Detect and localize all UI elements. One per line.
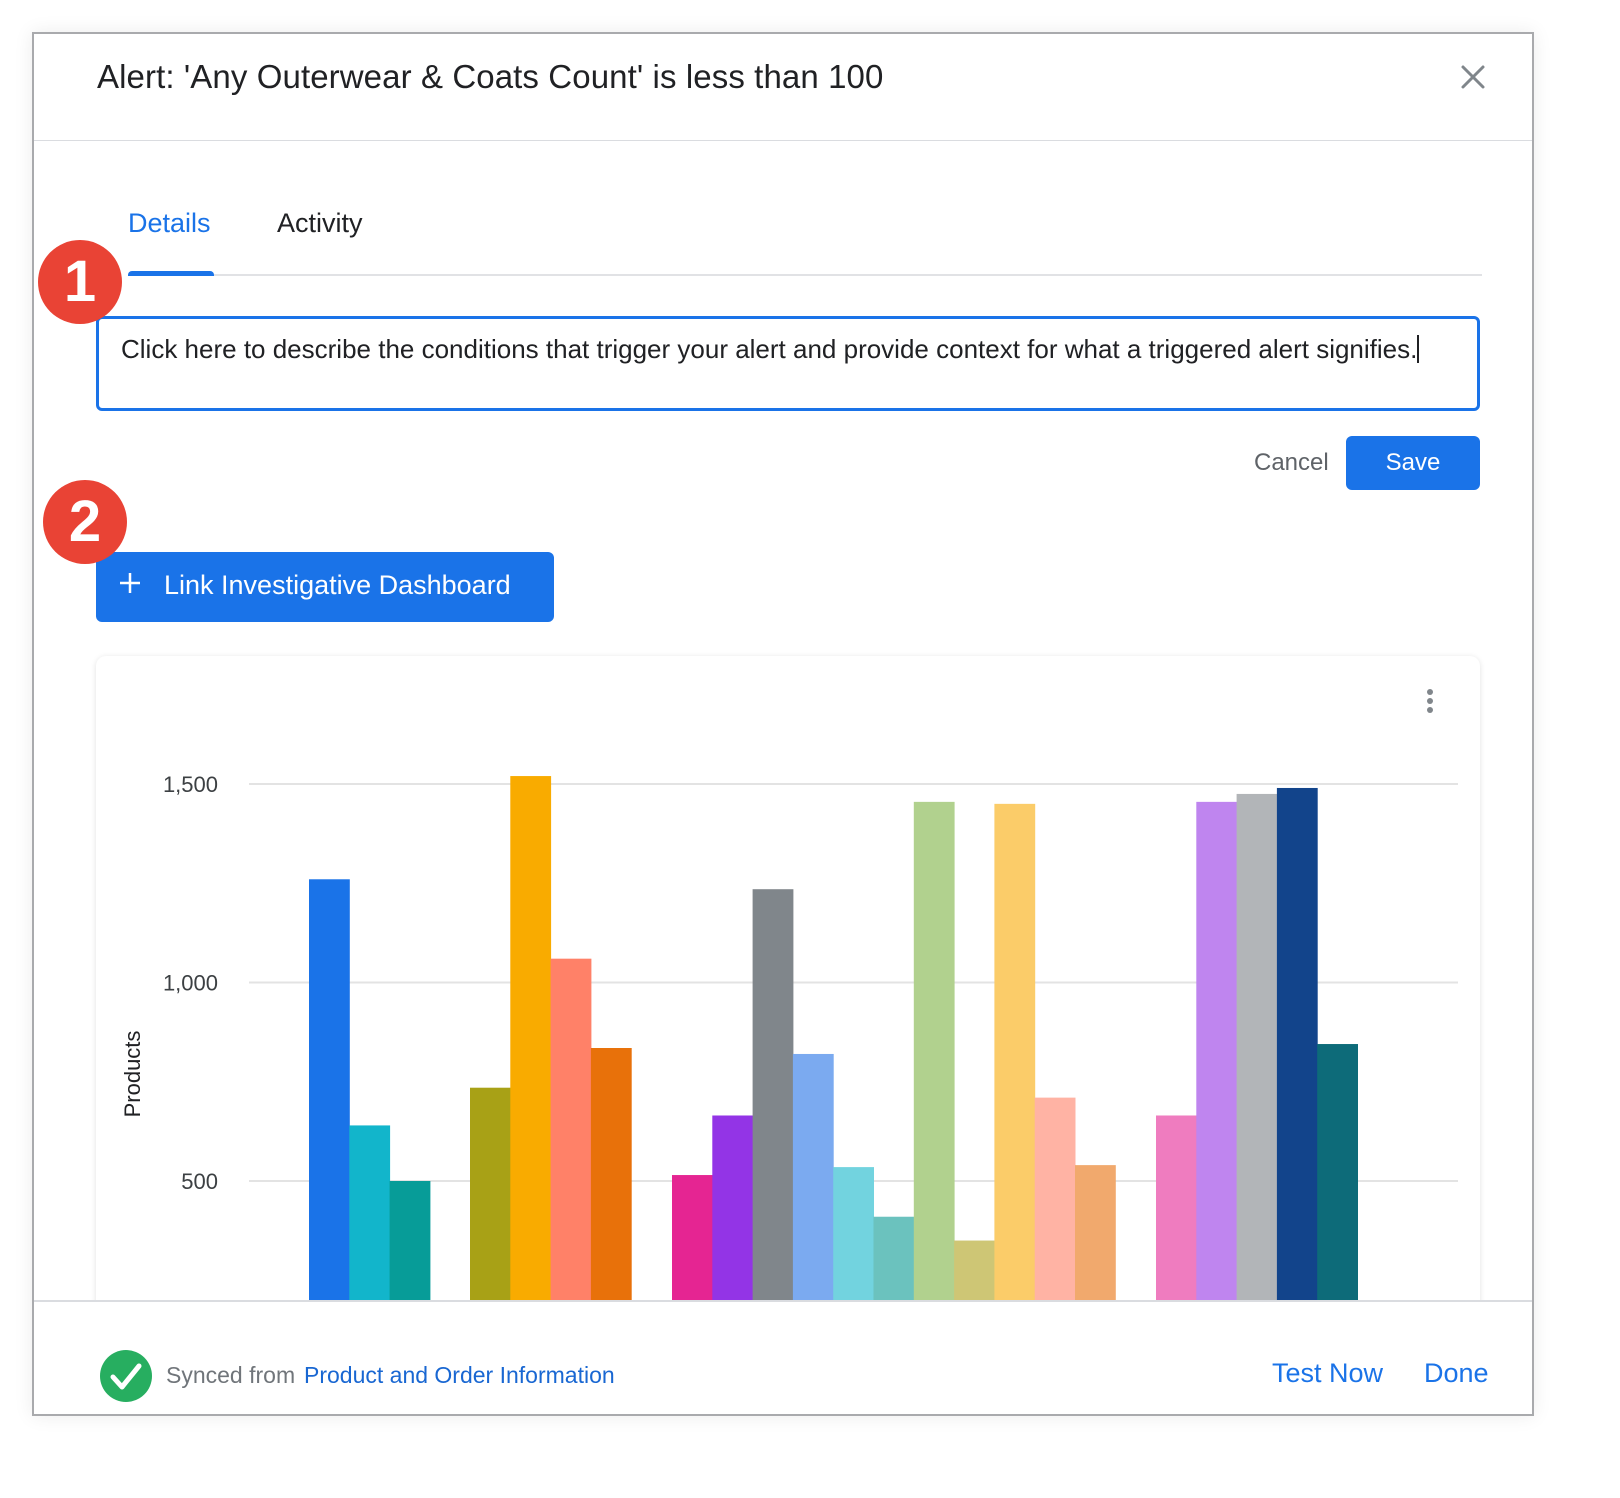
more-vert-icon — [1427, 689, 1433, 713]
save-button[interactable]: Save — [1346, 436, 1480, 490]
done-button[interactable]: Done — [1424, 1358, 1489, 1389]
y-tick-label: 500 — [181, 1169, 218, 1194]
bar-group3-11[interactable] — [1075, 1165, 1116, 1316]
bar-group4-2[interactable] — [1196, 801, 1238, 1316]
chart-menu-button[interactable] — [1418, 686, 1442, 720]
y-tick-label: 1,500 — [163, 772, 218, 797]
bar-group3-3[interactable] — [752, 889, 794, 1316]
synced-from-label: Synced from — [166, 1362, 296, 1388]
bar-group2-4[interactable] — [590, 1048, 632, 1316]
bar-group3-9[interactable] — [994, 803, 1036, 1316]
tab-details[interactable]: Details — [128, 208, 211, 239]
y-axis-label: Products — [120, 1031, 145, 1118]
link-investigative-dashboard-button[interactable]: Link Investigative Dashboard — [96, 552, 554, 622]
bar-group3-1[interactable] — [672, 1175, 713, 1316]
bar-group3-7[interactable] — [913, 801, 955, 1316]
annotation-badge-1: 1 — [38, 240, 122, 324]
cancel-button[interactable]: Cancel — [1244, 436, 1339, 490]
close-button[interactable] — [1458, 62, 1488, 92]
alert-dialog: Alert: 'Any Outerwear & Coats Count' is … — [32, 32, 1534, 1416]
bar-group2-3[interactable] — [550, 958, 592, 1316]
bar-group1-2[interactable] — [349, 1125, 391, 1316]
bar-group3-2[interactable] — [712, 1115, 754, 1316]
link-investigative-dashboard-label: Link Investigative Dashboard — [164, 570, 511, 600]
close-icon — [1461, 65, 1485, 89]
active-tab-indicator — [128, 271, 214, 276]
dialog-title: Alert: 'Any Outerwear & Coats Count' is … — [97, 58, 884, 95]
dialog-footer: Synced from Product and Order Informatio… — [34, 1300, 1532, 1414]
y-tick-label: 1,000 — [163, 971, 218, 996]
bar-group4-1[interactable] — [1156, 1115, 1197, 1316]
bar-group2-2[interactable] — [510, 776, 552, 1316]
bar-group3-10[interactable] — [1034, 1097, 1076, 1316]
alert-description-text: Click here to describe the conditions th… — [121, 334, 1418, 364]
synced-source-link[interactable]: Product and Order Information — [304, 1362, 615, 1389]
tab-bar: Details Activity — [128, 194, 1482, 276]
bar-chart: 500 1,000 1,500 Products — [120, 772, 1458, 1316]
dialog-header: Alert: 'Any Outerwear & Coats Count' is … — [34, 34, 1532, 141]
bar-group3-4[interactable] — [792, 1053, 834, 1316]
text-caret — [1417, 335, 1419, 363]
alert-description-input[interactable]: Click here to describe the conditions th… — [96, 316, 1480, 411]
bar-group1-3[interactable] — [389, 1181, 431, 1316]
tab-activity[interactable]: Activity — [277, 208, 363, 239]
bar-group4-4[interactable] — [1276, 787, 1318, 1316]
bar-group3-5[interactable] — [833, 1167, 874, 1316]
bar-group4-5[interactable] — [1317, 1044, 1358, 1316]
plus-icon — [120, 573, 140, 593]
annotation-badge-2: 2 — [43, 480, 127, 564]
bar-group2-1[interactable] — [470, 1087, 511, 1316]
check-circle-icon — [100, 1350, 152, 1402]
bar-group4-3[interactable] — [1236, 793, 1278, 1316]
test-now-button[interactable]: Test Now — [1272, 1358, 1383, 1389]
chart-card: 500 1,000 1,500 Products — [96, 656, 1480, 1316]
bar-group1-1[interactable] — [309, 879, 350, 1316]
